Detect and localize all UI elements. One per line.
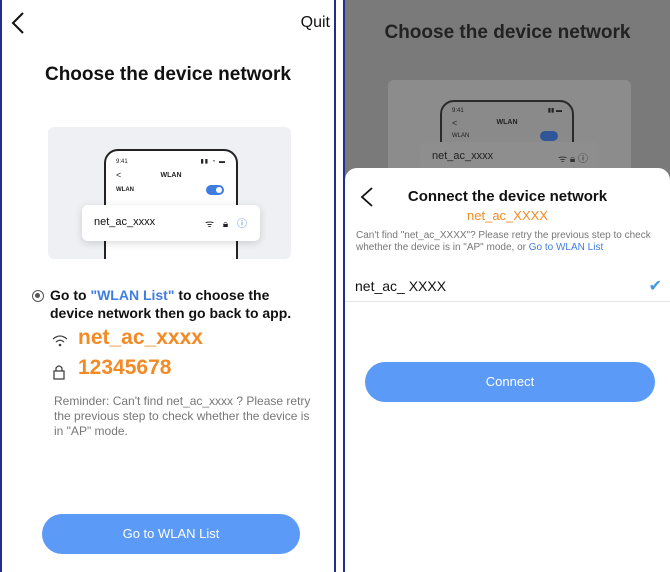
lock-icon xyxy=(52,364,66,383)
wlan-label: WLAN xyxy=(116,187,134,193)
ssid-value: net_ac_xxxx xyxy=(78,326,203,349)
network-name: net_ac_xxxx xyxy=(94,216,156,228)
wlan-illustration: 9:41 ▮▮ ◔ ▬ < WLAN WLAN net_ac_xxxx ᯤ 🔒︎… xyxy=(48,127,291,259)
lock-icon: 🔒︎ xyxy=(222,219,232,230)
network-list-item[interactable]: net_ac_ XXXX ✔ xyxy=(345,268,670,302)
sheet-subtitle: net_ac_XXXX xyxy=(467,208,548,223)
back-button[interactable] xyxy=(8,10,30,36)
wlan-toggle xyxy=(540,131,558,141)
chevron-left-icon xyxy=(11,12,24,34)
connect-button[interactable]: Connect xyxy=(365,362,655,402)
wifi-icon: ᯤ 🔒︎ ⓘ xyxy=(557,154,588,165)
instruction-text: Go to "WLAN List" to choose the device n… xyxy=(50,286,310,322)
signal-icon: ▮▮ ▬ xyxy=(547,108,562,114)
go-to-wlan-list-button[interactable]: Go to WLAN List xyxy=(42,514,300,554)
wlan-label: WLAN xyxy=(452,133,470,139)
page-title: Choose the device network xyxy=(44,64,291,85)
network-name: net_ac_xxxx xyxy=(432,150,494,162)
instruction-prefix: Go to xyxy=(50,287,91,303)
sheet-title: Connect the device network xyxy=(407,188,608,205)
phone-illustration: 9:41 ▮▮ ◔ ▬ < WLAN WLAN xyxy=(104,149,238,259)
password-value: 12345678 xyxy=(78,356,172,379)
phone-header: WLAN xyxy=(496,119,518,126)
radio-selected-icon xyxy=(32,290,44,302)
sheet-note-text: Can't find "net_ac_XXXX"? Please retry t… xyxy=(356,230,651,253)
checkmark-icon: ✔ xyxy=(648,278,662,295)
sheet-note: Can't find "net_ac_XXXX"? Please retry t… xyxy=(356,230,661,254)
go-to-wlan-list-link[interactable]: Go to WLAN List xyxy=(529,242,603,253)
wlan-toggle xyxy=(206,185,224,195)
wlan-list-link[interactable]: "WLAN List" xyxy=(90,287,174,303)
wifi-icon xyxy=(52,334,68,351)
network-item-name: net_ac_ XXXX xyxy=(355,278,447,294)
right-screen: Choose the device network 9:41 ▮▮ ▬ < WL… xyxy=(343,0,670,572)
info-icon: ⓘ xyxy=(237,219,250,230)
wifi-icon: ᯤ xyxy=(204,219,218,230)
phone-header: WLAN xyxy=(160,172,182,179)
phone-time: 9:41 xyxy=(452,108,464,114)
signal-icon: ▮▮ ◔ ▬ xyxy=(200,159,226,165)
page-title: Choose the device network xyxy=(384,22,631,43)
network-card: net_ac_xxxx ᯤ 🔒︎ ⓘ xyxy=(82,205,260,241)
reminder-text: Reminder: Can't find net_ac_xxxx ? Pleas… xyxy=(54,394,311,438)
left-screen: Quit Choose the device network 9:41 ▮▮ ◔… xyxy=(0,0,336,572)
phone-time: 9:41 xyxy=(116,159,128,165)
quit-button[interactable]: Quit xyxy=(301,14,330,32)
